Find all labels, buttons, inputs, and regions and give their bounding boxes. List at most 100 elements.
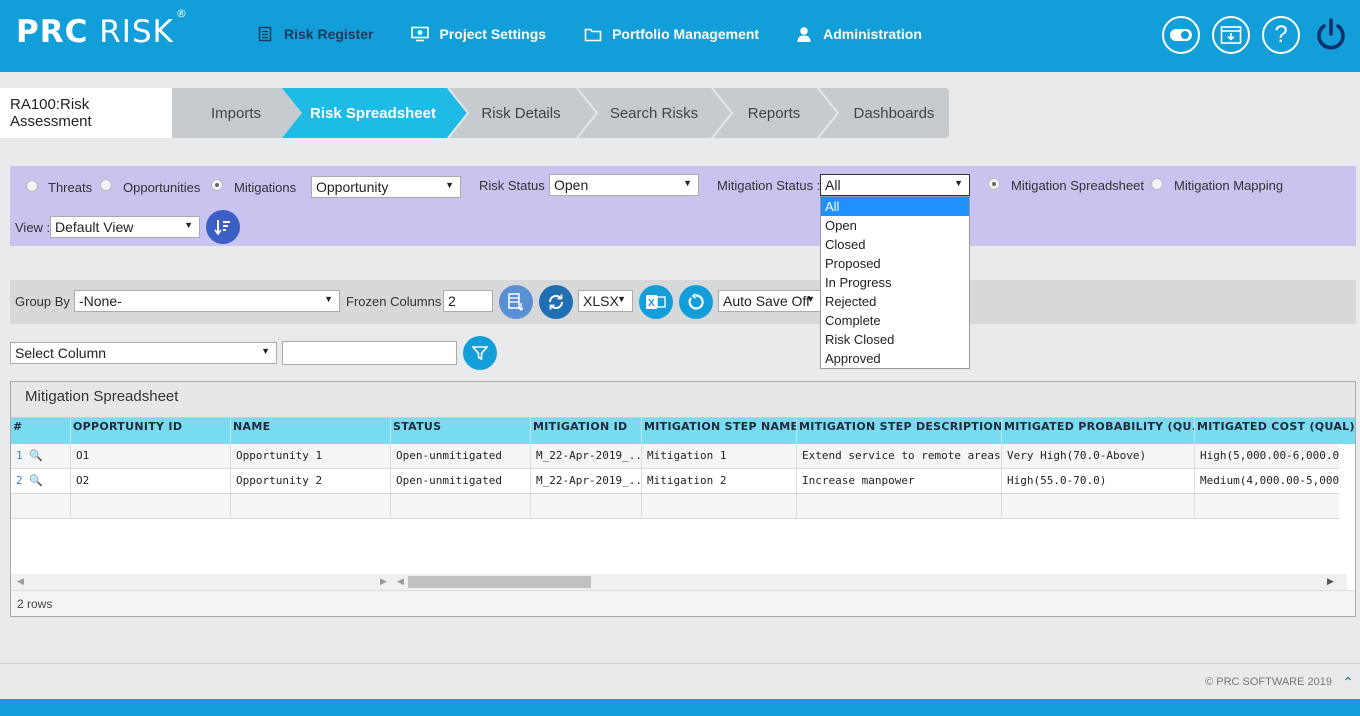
radio-mitigation-spreadsheet[interactable]: [988, 178, 1000, 190]
chevron-down-icon: ▼: [806, 294, 815, 304]
columns-icon: [508, 293, 524, 311]
row-number-cell[interactable]: 2 🔍: [11, 469, 71, 493]
undo-icon: [688, 293, 704, 310]
label-mitigation-mapping: Mitigation Mapping: [1174, 178, 1284, 193]
app-logo[interactable]: PRC RISK®: [16, 7, 187, 50]
tab-search-risks[interactable]: Search Risks: [597, 88, 711, 138]
tab-risk-details[interactable]: Risk Details: [468, 88, 574, 138]
radio-threats[interactable]: [26, 180, 38, 192]
auto-save-select[interactable]: Auto Save Off ▼: [718, 290, 822, 312]
tab-imports[interactable]: Imports: [188, 88, 284, 138]
scroll-left-arrow-frozen[interactable]: ◀: [17, 576, 24, 587]
nav-project-settings[interactable]: Project Settings: [411, 24, 546, 44]
chevron-down-icon: ▼: [617, 294, 626, 304]
col-header-opportunity-id[interactable]: OPPORTUNITY ID: [71, 418, 231, 444]
scroll-right-arrow[interactable]: ▶: [1327, 576, 1334, 587]
risk-status-select[interactable]: Open ▼: [549, 174, 699, 196]
view-select[interactable]: Default View ▼: [50, 216, 200, 238]
scroll-left-arrow[interactable]: ◀: [397, 576, 404, 587]
option-approved[interactable]: Approved: [821, 349, 969, 368]
option-closed[interactable]: Closed: [821, 235, 969, 254]
refresh-button[interactable]: [539, 285, 573, 319]
nav-risk-register[interactable]: Risk Register: [256, 24, 373, 44]
col-header-status[interactable]: STATUS: [391, 418, 531, 444]
cell: High(55.0-70.0): [1002, 469, 1195, 493]
column-filter-input[interactable]: [282, 341, 457, 365]
col-header-number[interactable]: #: [11, 418, 71, 444]
view-label: View :: [15, 220, 51, 235]
frozen-columns-input[interactable]: 2: [443, 290, 493, 312]
mitigation-status-select[interactable]: All ▼: [820, 174, 970, 196]
toggle-icon[interactable]: [1162, 16, 1200, 54]
table-row[interactable]: 1 🔍 O1 Opportunity 1 Open-unmitigated M_…: [11, 444, 1339, 469]
cell: [642, 494, 797, 518]
label-mitigations: Mitigations: [234, 180, 297, 195]
option-in-progress[interactable]: In Progress: [821, 273, 969, 292]
mitigation-grid: Mitigation Spreadsheet # OPPORTUNITY ID …: [10, 381, 1356, 617]
chevron-down-icon: ▼: [261, 346, 270, 356]
help-icon[interactable]: ?: [1262, 16, 1300, 54]
column-chooser-button[interactable]: [499, 285, 533, 319]
col-header-mitigated-cost[interactable]: MITIGATED COST (QUAL): [1195, 418, 1355, 444]
export-format-select[interactable]: XLSX ▼: [578, 290, 633, 312]
radio-mitigation-mapping[interactable]: [1151, 178, 1163, 190]
grid-header: # OPPORTUNITY ID NAME STATUS MITIGATION …: [11, 418, 1355, 444]
calendar-download-icon[interactable]: [1212, 16, 1250, 54]
option-rejected[interactable]: Rejected: [821, 292, 969, 311]
col-header-mitigation-step-description[interactable]: MITIGATION STEP DESCRIPTION: [797, 418, 1002, 444]
nav-administration[interactable]: Administration: [795, 24, 922, 44]
sort-columns-button[interactable]: [206, 210, 240, 244]
export-excel-button[interactable]: X: [639, 285, 673, 319]
group-by-select[interactable]: -None- ▼: [74, 290, 340, 312]
chevron-down-icon: ▼: [184, 220, 193, 230]
tab-dashboards[interactable]: Dashboards: [838, 88, 950, 138]
row-number-cell[interactable]: 1 🔍: [11, 444, 71, 468]
apply-filter-button[interactable]: [463, 336, 497, 370]
power-icon[interactable]: [1312, 16, 1350, 54]
option-proposed[interactable]: Proposed: [821, 254, 969, 273]
radio-mitigations[interactable]: [211, 179, 223, 191]
scroll-top-icon[interactable]: ⌃: [1342, 674, 1354, 691]
scroll-right-arrow-frozen[interactable]: ▶: [380, 576, 387, 587]
cell: Opportunity 2: [231, 469, 391, 493]
magnifier-icon[interactable]: 🔍: [29, 449, 43, 462]
cell: Mitigation 2: [642, 469, 797, 493]
magnifier-icon[interactable]: 🔍: [29, 474, 43, 487]
cell: [231, 494, 391, 518]
category-select[interactable]: Opportunity ▼: [311, 176, 461, 198]
cell: Increase manpower: [797, 469, 1002, 493]
refresh-icon: [548, 294, 564, 310]
cell: M_22-Apr-2019_...: [531, 469, 642, 493]
chevron-down-icon: ▼: [324, 294, 333, 304]
excel-icon: X: [646, 295, 666, 309]
option-risk-closed[interactable]: Risk Closed: [821, 330, 969, 349]
table-row[interactable]: 2 🔍 O2 Opportunity 2 Open-unmitigated M_…: [11, 469, 1339, 494]
mitigation-status-label: Mitigation Status :: [717, 178, 821, 193]
reset-button[interactable]: [679, 285, 713, 319]
user-icon: [795, 25, 813, 43]
sort-icon: [214, 220, 230, 236]
option-all[interactable]: All: [821, 197, 969, 216]
col-header-mitigated-probability[interactable]: MITIGATED PROBABILITY (QU...: [1002, 418, 1195, 444]
cell: [11, 494, 71, 518]
nav-portfolio-management[interactable]: Portfolio Management: [584, 24, 759, 44]
settings-monitor-icon: [411, 25, 430, 43]
label-mitigation-spreadsheet: Mitigation Spreadsheet: [1011, 178, 1144, 193]
select-column-dropdown[interactable]: Select Column ▼: [10, 342, 277, 364]
label-threats: Threats: [48, 180, 93, 195]
header-tools: ?: [1150, 16, 1350, 54]
horizontal-scrollbar[interactable]: ◀ ▶ ◀ ▶: [11, 574, 1347, 590]
tab-reports[interactable]: Reports: [732, 88, 816, 138]
tab-risk-spreadsheet[interactable]: Risk Spreadsheet: [302, 88, 444, 138]
option-complete[interactable]: Complete: [821, 311, 969, 330]
cell: [797, 494, 1002, 518]
scroll-thumb[interactable]: [408, 576, 591, 588]
col-header-name[interactable]: NAME: [231, 418, 391, 444]
chevron-down-icon: ▼: [954, 178, 963, 188]
cell: High(5,000.00-6,000.00): [1200, 449, 1339, 462]
col-header-mitigation-id[interactable]: MITIGATION ID: [531, 418, 642, 444]
radio-opportunities[interactable]: [100, 179, 112, 191]
col-header-mitigation-step-name[interactable]: MITIGATION STEP NAME: [642, 418, 797, 444]
main-nav: Risk Register Project Settings Portfolio…: [256, 24, 958, 44]
option-open[interactable]: Open: [821, 216, 969, 235]
